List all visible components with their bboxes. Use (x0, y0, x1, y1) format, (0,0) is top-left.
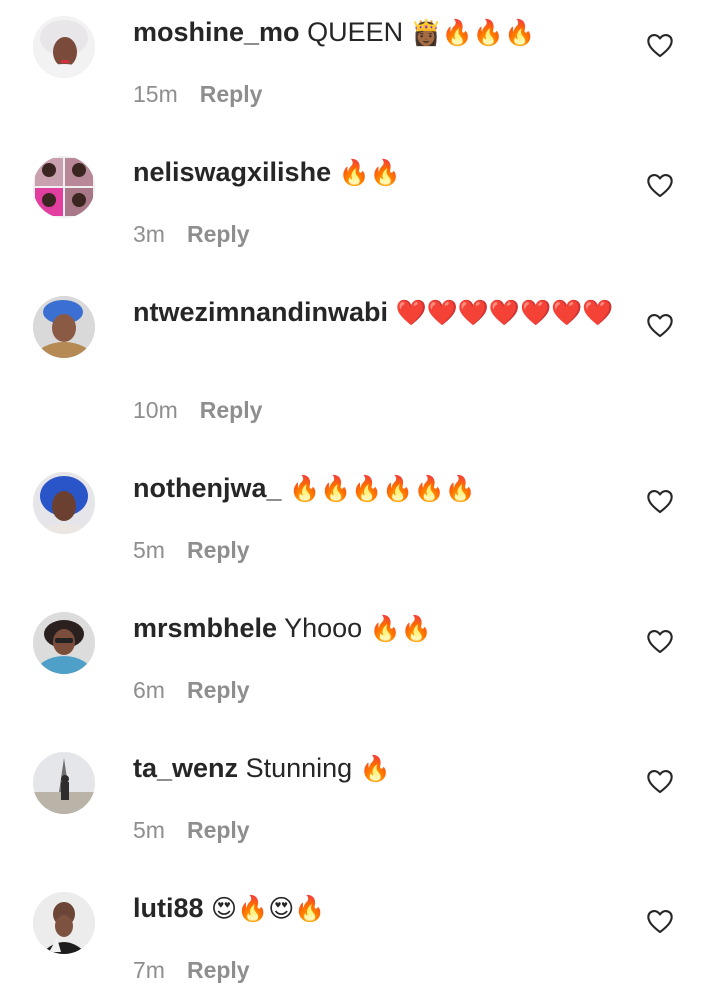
like-button[interactable] (646, 768, 674, 794)
like-button[interactable] (646, 32, 674, 58)
like-button[interactable] (646, 628, 674, 654)
reply-button[interactable]: Reply (200, 397, 263, 423)
avatar-image (33, 892, 95, 954)
heart-outline-icon (647, 314, 673, 338)
reply-button[interactable]: Reply (187, 677, 250, 703)
comment-username[interactable]: neliswagxilishe (133, 157, 331, 187)
like-button[interactable] (646, 312, 674, 338)
comment-text: ntwezimnandinwabi ❤️❤️❤️❤️❤️❤️❤️ (133, 294, 623, 331)
avatar-image (33, 156, 95, 218)
comment-text: neliswagxilishe 🔥🔥 (133, 154, 623, 191)
comment-username[interactable]: mrsmbhele (133, 613, 277, 643)
like-button[interactable] (646, 908, 674, 934)
like-button[interactable] (646, 172, 674, 198)
comment-text: ta_wenz Stunning 🔥 (133, 750, 623, 787)
comment-message: Yhooo (284, 613, 363, 643)
avatar[interactable] (33, 752, 95, 814)
comment-emoji: 🔥🔥🔥🔥🔥🔥 (289, 474, 476, 503)
comment-emoji: ❤️❤️❤️❤️❤️❤️❤️ (395, 298, 614, 327)
avatar-image (33, 472, 95, 534)
comment-username[interactable]: nothenjwa_ (133, 473, 282, 503)
reply-button[interactable]: Reply (187, 957, 250, 983)
comments-list: moshine_mo QUEEN 👸🏾🔥🔥🔥 15m Reply neliswa… (0, 0, 720, 1004)
heart-outline-icon (647, 910, 673, 934)
reply-button[interactable]: Reply (187, 817, 250, 843)
comment-username[interactable]: ntwezimnandinwabi (133, 297, 388, 327)
comment-time: 7m (133, 957, 165, 983)
comment-message: Stunning (245, 753, 353, 783)
heart-outline-icon (647, 630, 673, 654)
like-button[interactable] (646, 488, 674, 514)
comment-text: moshine_mo QUEEN 👸🏾🔥🔥🔥 (133, 14, 623, 51)
comment-time: 10m (133, 397, 178, 423)
reply-button[interactable]: Reply (200, 81, 263, 107)
avatar[interactable] (33, 16, 95, 78)
avatar[interactable] (33, 892, 95, 954)
comment-text: mrsmbhele Yhooo 🔥🔥 (133, 610, 623, 647)
comment-time: 5m (133, 817, 165, 843)
heart-outline-icon (647, 34, 673, 58)
reply-button[interactable]: Reply (187, 221, 250, 247)
comment-time: 15m (133, 81, 178, 107)
comment-text: nothenjwa_ 🔥🔥🔥🔥🔥🔥 (133, 470, 623, 507)
heart-outline-icon (647, 174, 673, 198)
comment-text: luti88 😍🔥😍🔥 (133, 890, 623, 927)
comment-emoji: 🔥🔥 (338, 158, 401, 187)
comment-message: QUEEN (307, 17, 404, 47)
avatar[interactable] (33, 156, 95, 218)
heart-outline-icon (647, 490, 673, 514)
avatar[interactable] (33, 612, 95, 674)
comment-username[interactable]: moshine_mo (133, 17, 300, 47)
comment-emoji: 🔥🔥 (369, 614, 432, 643)
comment-time: 3m (133, 221, 165, 247)
comment-username[interactable]: luti88 (133, 893, 204, 923)
avatar-image (33, 612, 95, 674)
comment-emoji: 😍🔥😍🔥 (211, 894, 326, 923)
reply-button[interactable]: Reply (187, 537, 250, 563)
avatar[interactable] (33, 296, 95, 358)
comment-time: 6m (133, 677, 165, 703)
avatar-image (33, 296, 95, 358)
avatar-image (33, 752, 95, 814)
comment-emoji: 👸🏾🔥🔥🔥 (410, 18, 536, 47)
avatar-image (33, 16, 95, 78)
heart-outline-icon (647, 770, 673, 794)
avatar[interactable] (33, 472, 95, 534)
comment-time: 5m (133, 537, 165, 563)
comment-username[interactable]: ta_wenz (133, 753, 238, 783)
comment-emoji: 🔥 (359, 754, 391, 783)
